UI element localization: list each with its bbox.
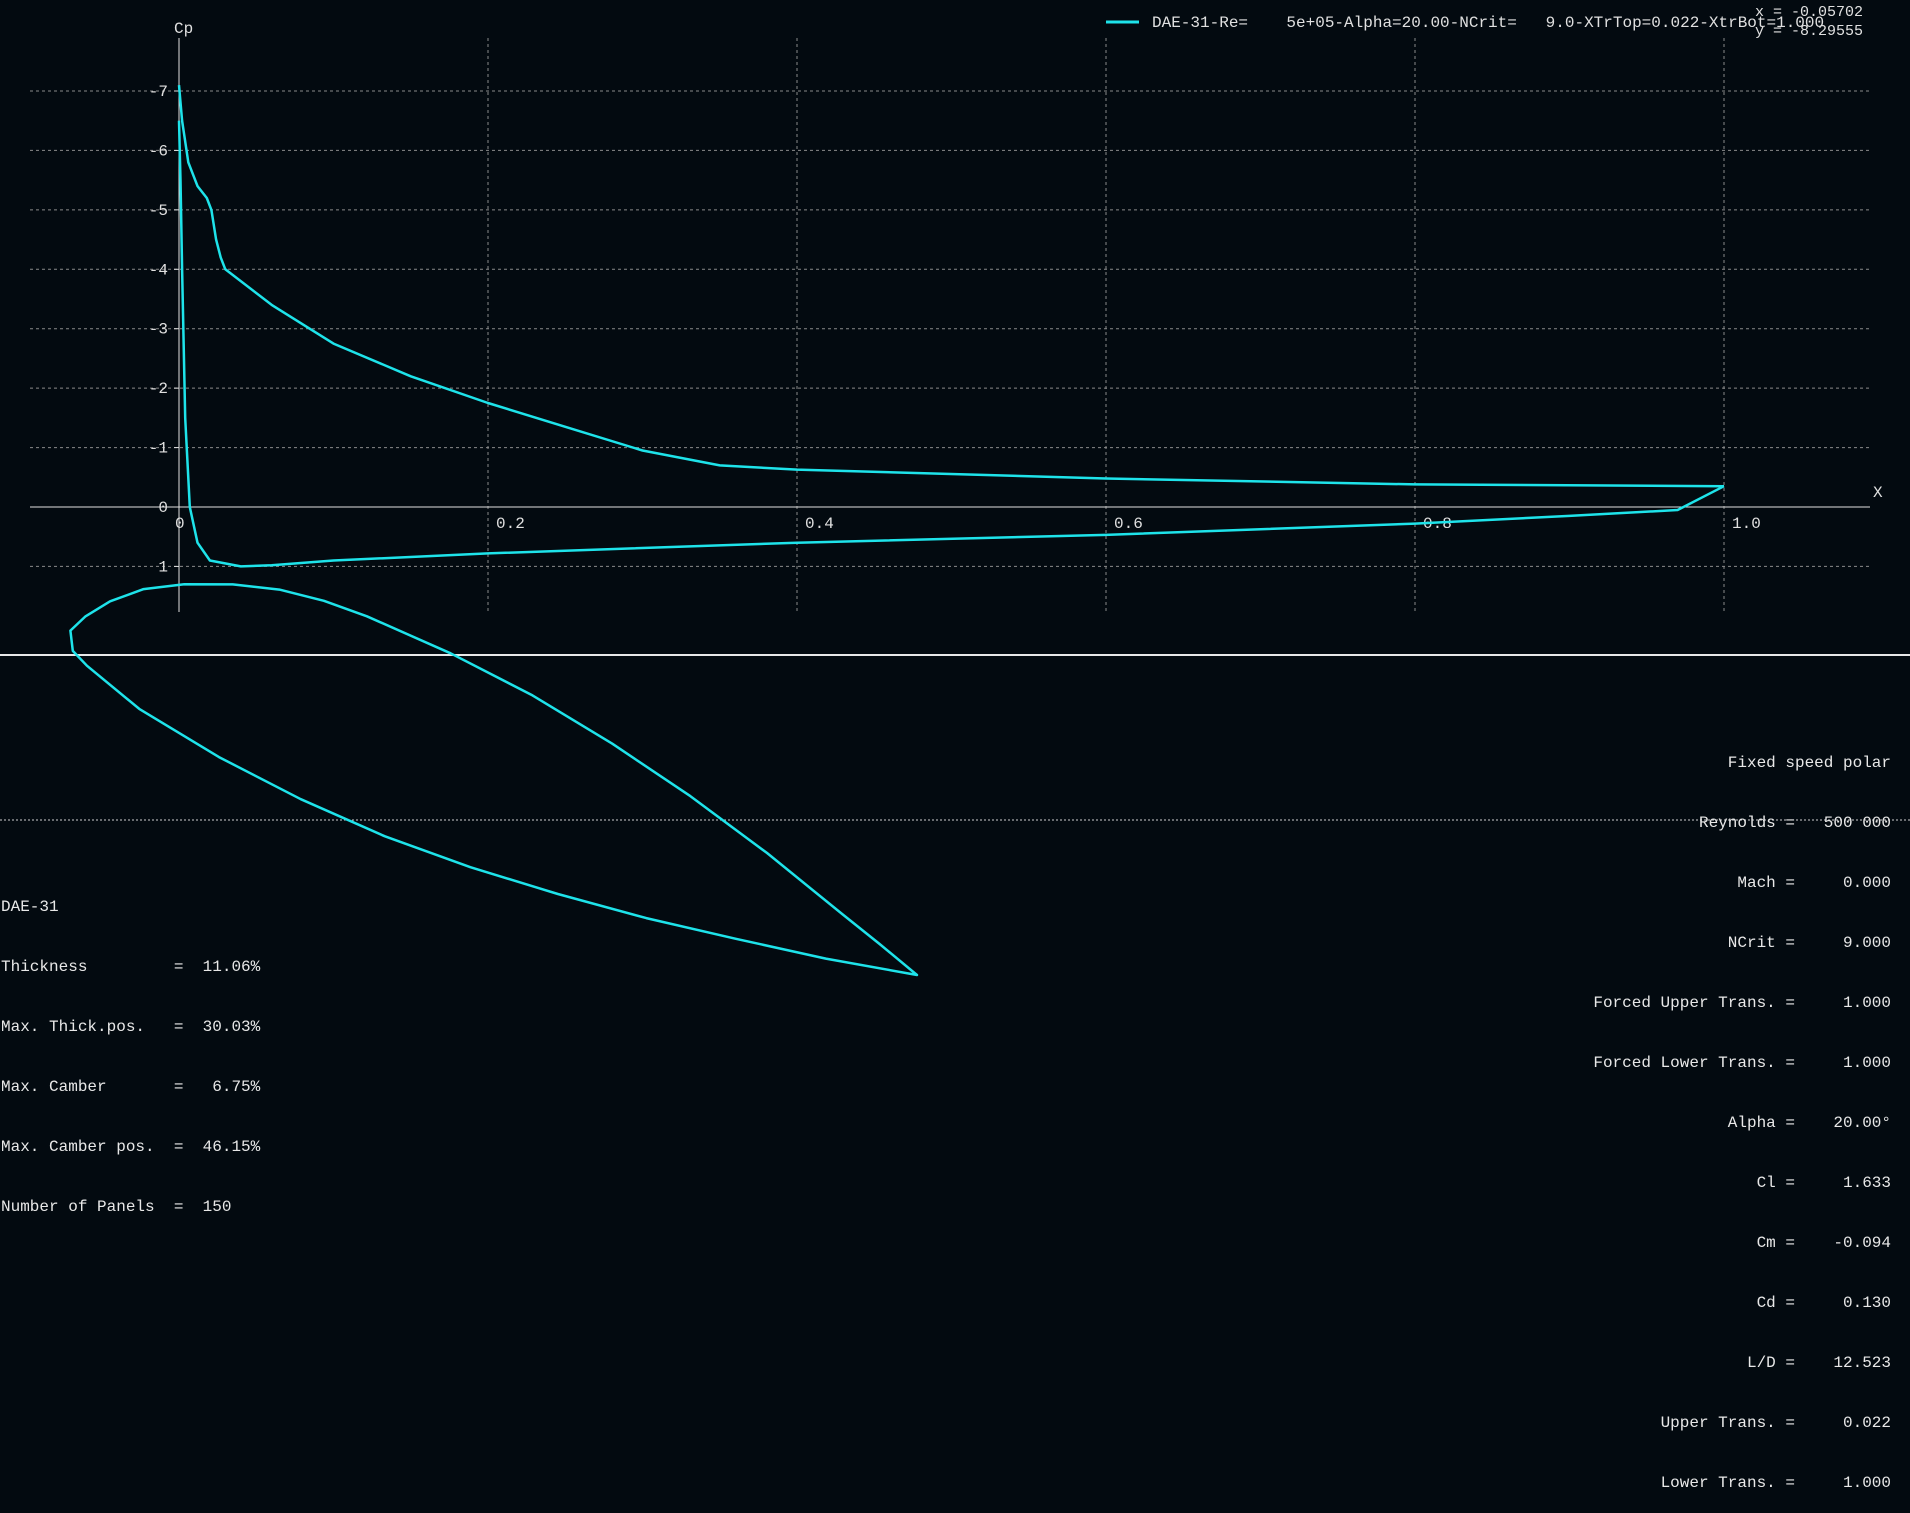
ncrit-row: NCrit = 9.000 bbox=[1727, 934, 1891, 952]
airfoil-name: DAE-31 bbox=[1, 898, 59, 916]
y-tick-label: -5 bbox=[149, 202, 168, 220]
cp-upper-surface-line bbox=[177, 84, 1725, 488]
cl-row: Cl = 1.633 bbox=[1756, 1174, 1891, 1192]
ld-row: L/D = 12.523 bbox=[1746, 1354, 1891, 1372]
x-tick-label: 0.4 bbox=[805, 515, 834, 533]
y-tick-label: -4 bbox=[149, 261, 168, 279]
polar-info-panel: Fixed speed polar Reynolds = 500 000 Mac… bbox=[1593, 713, 1891, 1513]
max-camber-pos-row: Max. Camber pos. = 46.15% bbox=[1, 1138, 261, 1156]
cd-row: Cd = 0.130 bbox=[1756, 1294, 1891, 1312]
series-layer bbox=[177, 84, 1725, 568]
cursor-y: y = -8.29555 bbox=[1755, 23, 1863, 40]
forced-lower-row: Forced Lower Trans. = 1.000 bbox=[1593, 1054, 1891, 1072]
panels-row: Number of Panels = 150 bbox=[1, 1198, 232, 1216]
x-tick-label: 0 bbox=[175, 515, 185, 533]
forced-upper-row: Forced Upper Trans. = 1.000 bbox=[1593, 994, 1891, 1012]
cursor-x: x = -0.05702 bbox=[1755, 4, 1863, 21]
x-tick-label: 0.6 bbox=[1114, 515, 1143, 533]
x-tick-label: 0.2 bbox=[496, 515, 525, 533]
y-tick-label: 1 bbox=[158, 558, 168, 576]
reynolds-row: Reynolds = 500 000 bbox=[1698, 814, 1891, 832]
airfoil-info-panel: DAE-31 Thickness = 11.06% Max. Thick.pos… bbox=[1, 857, 260, 1237]
upper-trans-row: Upper Trans. = 0.022 bbox=[1660, 1414, 1891, 1432]
axes: Cp X bbox=[30, 20, 1883, 612]
legend-label: DAE-31-Re= 5e+05-Alpha=20.00-NCrit= 9.0-… bbox=[1152, 14, 1824, 32]
thickness-row: Thickness = 11.06% bbox=[1, 958, 261, 976]
cm-row: Cm = -0.094 bbox=[1756, 1234, 1891, 1252]
polar-type: Fixed speed polar bbox=[1727, 754, 1891, 772]
y-tick-label: -6 bbox=[149, 142, 168, 160]
y-tick-label: -3 bbox=[149, 321, 168, 339]
y-tick-label: 0 bbox=[158, 499, 168, 517]
legend: DAE-31-Re= 5e+05-Alpha=20.00-NCrit= 9.0-… bbox=[1106, 14, 1824, 32]
lower-trans-row: Lower Trans. = 1.000 bbox=[1660, 1474, 1891, 1492]
y-tick-labels: -7 -6 -5 -4 -3 -2 -1 0 1 bbox=[149, 83, 168, 576]
x-tick-label: 1.0 bbox=[1732, 515, 1761, 533]
y-tick-label: -7 bbox=[149, 83, 168, 101]
x-axis-label: X bbox=[1873, 484, 1883, 502]
y-tick-label: -2 bbox=[149, 380, 168, 398]
max-thick-pos-row: Max. Thick.pos. = 30.03% bbox=[1, 1018, 261, 1036]
y-axis-label: Cp bbox=[174, 20, 193, 38]
cp-lower-surface-line bbox=[177, 120, 1725, 568]
alpha-row: Alpha = 20.00° bbox=[1727, 1114, 1891, 1132]
mach-row: Mach = 0.000 bbox=[1737, 874, 1891, 892]
max-camber-row: Max. Camber = 6.75% bbox=[1, 1078, 261, 1096]
y-tick-label: -1 bbox=[149, 440, 168, 458]
